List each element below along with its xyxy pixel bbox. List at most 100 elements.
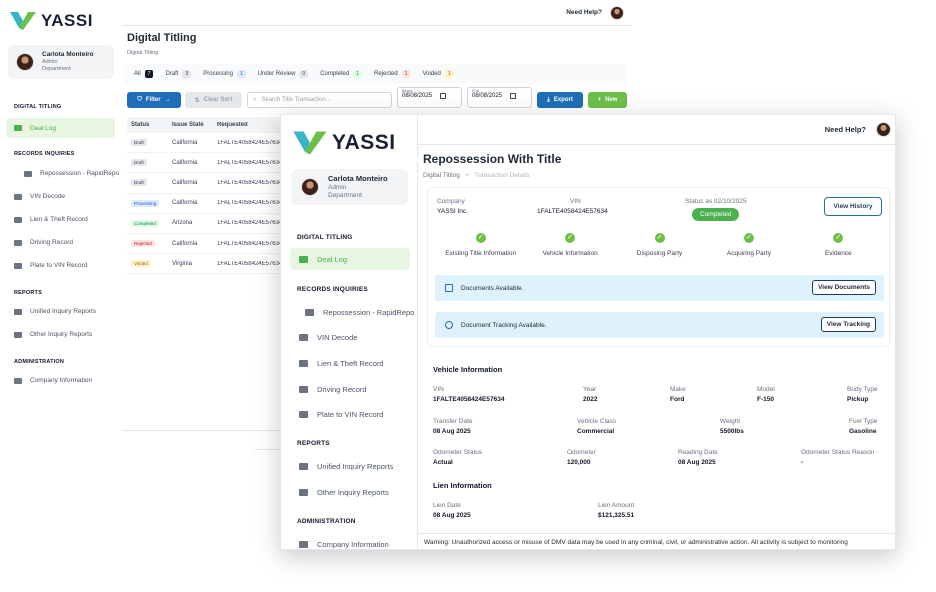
sidebar-item-unified-reports[interactable]: Unified Inquiry Reports: [299, 462, 393, 471]
make-field: Make Ford: [670, 386, 686, 403]
field-value: F-150: [757, 396, 774, 403]
table-row[interactable]: Voided Virginia 1FALTE4058424E57634: [127, 254, 287, 275]
logo[interactable]: YASSI: [293, 129, 396, 157]
view-documents-button[interactable]: View Documents: [812, 280, 876, 295]
view-tracking-button[interactable]: View Tracking: [820, 317, 876, 332]
progress-steps: ✓ Existing Title Information ✓ Vehicle Inf…: [436, 233, 883, 257]
sidebar-item-lien-theft[interactable]: Lien & Theft Record: [14, 216, 88, 223]
lien-amount-field: Lien Amount $121,325.51: [598, 502, 634, 519]
tab-all[interactable]: All 7: [134, 70, 154, 78]
body-type-field: Body Type Pickup: [847, 386, 878, 403]
column-header[interactable]: Issue State: [172, 122, 217, 128]
sidebar-item-label: Repossession - RapidRepo: [323, 308, 415, 317]
tab-draft[interactable]: Draft 3: [165, 70, 192, 78]
field-label: Company: [437, 198, 465, 205]
sidebar: YASSI Carlota Monteiro Admin Department …: [281, 115, 418, 549]
section-digital-titling: DIGITAL TITLING: [297, 234, 353, 241]
end-date-field[interactable]: End 08/08/2025: [467, 87, 532, 108]
clear-icon: ⇅: [194, 97, 200, 104]
tab-rejected[interactable]: Rejected 1: [374, 70, 411, 78]
field-value: 1FALTE4058424E57634: [537, 208, 608, 215]
tab-under-review[interactable]: Under Review 0: [258, 70, 309, 78]
tab-completed[interactable]: Completed 1: [320, 70, 362, 78]
field-value: 08 Aug 2025: [433, 428, 471, 435]
sidebar-item-other-reports[interactable]: Other Inquiry Reports: [299, 488, 389, 497]
transfer-date-field: Transfer Date 08 Aug 2025: [433, 418, 473, 435]
field-label: Weight: [720, 418, 741, 425]
tab-processing[interactable]: Processing 1: [203, 70, 246, 78]
download-icon: ⤓: [547, 96, 550, 103]
need-help-link[interactable]: Need Help?: [825, 125, 866, 134]
table-row[interactable]: Draft California 1FALTE4058424E57634: [127, 133, 287, 154]
sidebar-item-vin-decode[interactable]: VIN Decode: [14, 193, 65, 200]
breadcrumb-item[interactable]: Digital Titling: [423, 172, 460, 179]
count-badge: 1: [236, 70, 246, 78]
sidebar-item-company[interactable]: Company Information: [299, 540, 389, 549]
section-records: RECORDS INQUIRIES: [297, 286, 368, 293]
section-reports: REPORTS: [14, 290, 42, 296]
step-disposing-party[interactable]: ✓ Disposing Party: [615, 233, 704, 257]
logo[interactable]: YASSI: [10, 10, 93, 32]
new-button[interactable]: + New: [588, 92, 627, 108]
model-field: Model F-150: [757, 386, 775, 403]
sidebar-item-label: Company Information: [30, 377, 93, 384]
car-icon: [299, 334, 308, 341]
table-row[interactable]: Draft California 1FALTE4058424E57634: [127, 173, 287, 194]
table-row[interactable]: Processing California 1FALTE4058424E57634: [127, 194, 287, 214]
sidebar-item-deal-log[interactable]: Deal Log: [290, 248, 410, 270]
export-button[interactable]: ⤓ Export: [537, 92, 583, 108]
column-header[interactable]: Requested: [217, 122, 287, 128]
view-history-button[interactable]: View History: [824, 197, 882, 216]
sidebar-item-driving-record[interactable]: Driving Record: [299, 385, 367, 394]
section-reports: REPORTS: [297, 440, 330, 447]
table-row[interactable]: Rejected California 1FALTE4058424E57634: [127, 234, 287, 255]
sidebar-item-company[interactable]: Company Information: [14, 377, 92, 384]
filter-button[interactable]: ⛉ Filter →: [127, 92, 181, 108]
breadcrumb-item: Transaction Details: [474, 172, 530, 179]
sidebar-item-deal-log[interactable]: Deal Log: [6, 118, 115, 138]
step-existing-title[interactable]: ✓ Existing Title Information: [436, 233, 525, 257]
step-evidence[interactable]: ✓ Evidence: [794, 233, 883, 257]
field-value: 08 Aug 2025: [678, 459, 716, 466]
transaction-details-window: YASSI Carlota Monteiro Admin Department …: [280, 114, 896, 550]
transactions-table: Status Issue State Requested Draft Califo…: [127, 117, 287, 275]
user-card[interactable]: Carlota Monteiro Admin Department: [8, 45, 114, 79]
field-value: 08 Aug 2025: [433, 512, 471, 519]
table-row[interactable]: Draft California 1FALTE4058424E57634: [127, 153, 287, 174]
sidebar-item-lien-theft[interactable]: Lien & Theft Record: [299, 359, 384, 368]
sidebar-item-repossession[interactable]: Repossession - RapidRepo: [24, 170, 119, 177]
sidebar-item-plate-vin[interactable]: Plate to VIN Record: [299, 410, 383, 419]
requested-vin: 1FALTE4058424E57634: [217, 159, 283, 166]
requested-vin: 1FALTE4058424E57634: [217, 179, 283, 186]
sidebar-item-driving-record[interactable]: Driving Record: [14, 239, 73, 246]
check-icon: ✓: [475, 233, 486, 243]
avatar[interactable]: [876, 122, 891, 137]
begin-date-field[interactable]: Begin 08/08/2025: [397, 87, 462, 108]
avatar[interactable]: [610, 5, 624, 20]
sidebar-item-label: Deal Log: [30, 124, 57, 132]
calendar-icon[interactable]: [440, 93, 447, 99]
table-row[interactable]: Completed Arizona 1FALTE4058424E57634: [127, 214, 287, 234]
clear-sort-button[interactable]: ⇅ Clear Sort: [185, 92, 242, 108]
user-department: Department: [328, 191, 362, 199]
need-help-link[interactable]: Need Help?: [566, 9, 602, 16]
user-card[interactable]: Carlota Monteiro Admin Department: [291, 169, 408, 205]
sidebar-item-vin-decode[interactable]: VIN Decode: [299, 333, 357, 342]
search-input[interactable]: ⌕ Search Title Transaction...: [247, 92, 392, 108]
column-header[interactable]: Status: [127, 122, 172, 128]
count-badge: 1: [401, 70, 411, 78]
sidebar-item-repossession[interactable]: Repossession - RapidRepo: [305, 308, 414, 317]
issue-state: California: [172, 139, 198, 146]
count-badge: 3: [182, 70, 192, 78]
breadcrumb[interactable]: Digital Titling: [127, 50, 158, 56]
status-badge: Draft: [131, 159, 147, 167]
car-key-icon: [14, 216, 22, 223]
sidebar-item-unified-reports[interactable]: Unified Inquiry Reports: [14, 308, 96, 315]
sidebar-item-other-reports[interactable]: Other Inquiry Reports: [14, 331, 92, 338]
step-vehicle-info[interactable]: ✓ Vehicle Information: [525, 233, 614, 257]
sidebar-item-plate-vin[interactable]: Plate to VIN Record: [14, 262, 87, 269]
tab-voided[interactable]: Voided 1: [422, 70, 454, 78]
step-acquiring-party[interactable]: ✓ Acquiring Party: [704, 233, 793, 257]
sidebar-item-label: Driving Record: [30, 239, 73, 246]
calendar-icon[interactable]: [510, 93, 517, 99]
